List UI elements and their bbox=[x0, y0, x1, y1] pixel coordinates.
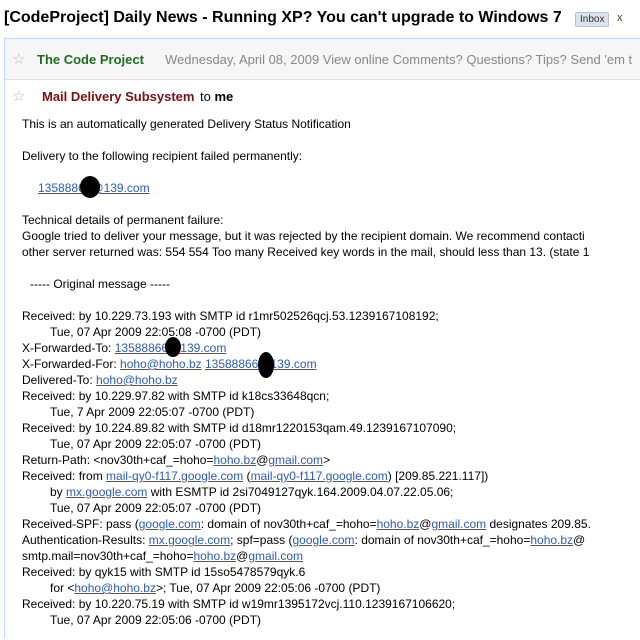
host-link[interactable]: mx.google.com bbox=[149, 533, 230, 547]
forwarded-for-link[interactable]: hoho@hoho.bz bbox=[120, 357, 202, 371]
email-link[interactable]: hoho@hoho.bz bbox=[74, 581, 156, 595]
tech-line-1: Google tried to deliver your message, bu… bbox=[22, 229, 585, 243]
header-line: Received: from mail-qy0-f117.google.com … bbox=[22, 469, 489, 483]
header-line: Tue, 07 Apr 2009 22:05:08 -0700 (PDT) bbox=[50, 325, 262, 339]
domain-link[interactable]: hoho.bz bbox=[530, 533, 573, 547]
domain-link[interactable]: google.com bbox=[139, 517, 201, 531]
tech-line-2: other server returned was: 554 554 Too m… bbox=[22, 245, 590, 259]
host-link[interactable]: mx.google.com bbox=[66, 485, 147, 499]
header-line: Received: by 10.229.73.193 with SMTP id … bbox=[22, 309, 439, 323]
email-subject: [CodeProject] Daily News - Running XP? Y… bbox=[4, 9, 562, 26]
domain-link[interactable]: hoho.bz bbox=[377, 517, 420, 531]
original-message-separator: ----- Original message ----- bbox=[30, 277, 171, 291]
header-line: Tue, 7 Apr 2009 22:05:07 -0700 (PDT) bbox=[50, 405, 255, 419]
body-intro: This is an automatically generated Deliv… bbox=[22, 117, 351, 131]
header-line: by mx.google.com with ESMTP id 2si704912… bbox=[50, 485, 454, 499]
redaction-mark bbox=[258, 352, 274, 378]
header-line: Received: by qyk15 with SMTP id 15so5478… bbox=[22, 565, 306, 579]
header-line: Tue, 07 Apr 2009 22:05:06 -0700 (PDT) bbox=[50, 613, 262, 627]
header-line: Authentication-Results: mx.google.com; s… bbox=[22, 533, 586, 547]
host-link[interactable]: mail-qy0-f117.google.com bbox=[251, 469, 388, 483]
domain-link[interactable]: hoho.bz bbox=[213, 453, 256, 467]
header-line: Received: by 10.224.89.82 with SMTP id d… bbox=[22, 421, 457, 435]
collapsed-sender[interactable]: The Code Project bbox=[37, 52, 144, 67]
redaction-mark bbox=[80, 176, 100, 198]
redaction-mark bbox=[165, 337, 181, 357]
header-line: Received: by 10.220.75.19 with SMTP id w… bbox=[22, 597, 456, 611]
inbox-label[interactable]: Inbox bbox=[575, 12, 610, 27]
header-line: smtp.mail=nov30th+caf_=hoho=hoho.bz@gmai… bbox=[22, 549, 304, 563]
domain-link[interactable]: gmail.com bbox=[248, 549, 303, 563]
delivered-to-link[interactable]: hoho@hoho.bz bbox=[96, 373, 178, 387]
header-line: X-Forwarded-To: 13588866@139.com bbox=[22, 341, 226, 355]
header-line: Tue, 07 Apr 2009 22:05:07 -0700 (PDT) bbox=[50, 437, 262, 451]
domain-link[interactable]: google.com bbox=[292, 533, 354, 547]
tech-heading: Technical details of permanent failure: bbox=[22, 213, 224, 227]
domain-link[interactable]: gmail.com bbox=[431, 517, 486, 531]
message-sender[interactable]: Mail Delivery Subsystem bbox=[42, 89, 194, 104]
domain-link[interactable]: hoho.bz bbox=[193, 549, 236, 563]
remove-label-button[interactable]: x bbox=[617, 12, 623, 24]
star-icon[interactable]: ☆ bbox=[12, 50, 25, 68]
to-name[interactable]: me bbox=[214, 89, 233, 104]
to-prefix: to bbox=[200, 89, 211, 104]
body-failed-line: Delivery to the following recipient fail… bbox=[22, 149, 303, 163]
header-line: for <hoho@hoho.bz>; Tue, 07 Apr 2009 22:… bbox=[50, 581, 381, 595]
header-line: Tue, 07 Apr 2009 22:05:07 -0700 (PDT) bbox=[50, 501, 262, 515]
header-line: Return-Path: <nov30th+caf_=hoho=hoho.bz@… bbox=[22, 453, 331, 467]
recipient-line: to me bbox=[200, 89, 233, 104]
domain-link[interactable]: gmail.com bbox=[268, 453, 323, 467]
subject-bar: [CodeProject] Daily News - Running XP? Y… bbox=[0, 0, 640, 38]
header-line: Received: by 10.229.97.82 with SMTP id k… bbox=[22, 389, 330, 403]
collapsed-snippet[interactable]: Wednesday, April 08, 2009 View online Co… bbox=[165, 52, 632, 67]
header-line: Delivered-To: hoho@hoho.bz bbox=[22, 373, 178, 387]
header-line: Received-SPF: pass (google.com: domain o… bbox=[22, 517, 591, 531]
host-link[interactable]: mail-qy0-f117.google.com bbox=[106, 469, 243, 483]
star-icon[interactable]: ☆ bbox=[12, 87, 25, 105]
